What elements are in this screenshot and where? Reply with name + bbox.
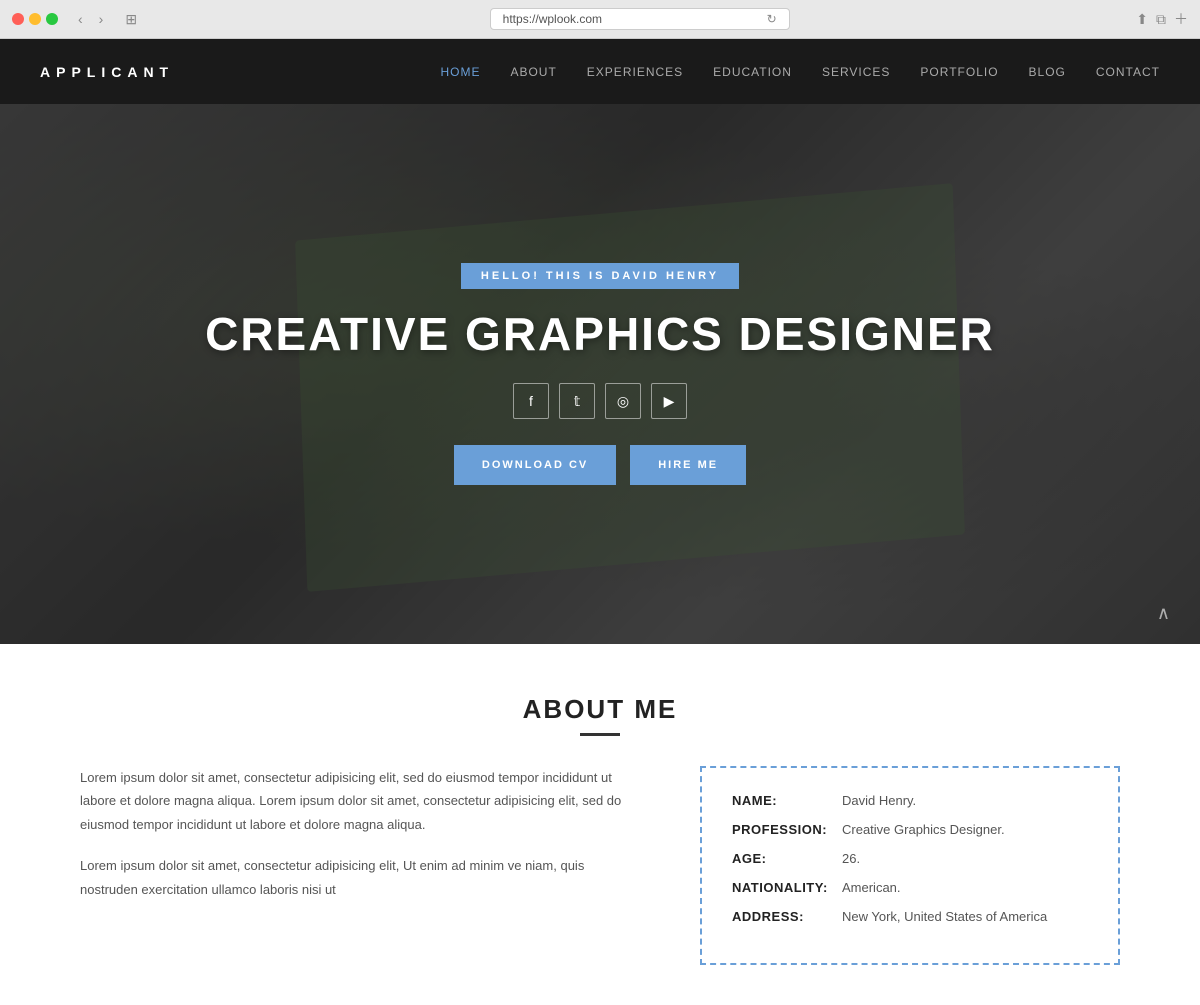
site-logo: APPLICANT (40, 64, 174, 80)
about-content: Lorem ipsum dolor sit amet, consectetur … (80, 766, 1120, 965)
browser-actions: ⬆ ⧉ ＋ (1136, 9, 1188, 29)
hero-section: HELLO! THIS IS DAVID HENRY CREATIVE GRAP… (0, 104, 1200, 644)
back-button[interactable]: ‹ (72, 9, 89, 29)
info-name-row: NAME: David Henry. (732, 793, 1088, 808)
age-value: 26. (842, 851, 860, 866)
about-paragraph-2: Lorem ipsum dolor sit amet, consectetur … (80, 854, 640, 901)
info-address-row: ADDRESS: New York, United States of Amer… (732, 909, 1088, 924)
nationality-label: NATIONALITY: (732, 880, 842, 895)
browser-chrome: ‹ › ⊞ https://wplook.com ↻ ⬆ ⧉ ＋ (0, 0, 1200, 39)
profession-value: Creative Graphics Designer. (842, 822, 1005, 837)
info-profession-row: PROFESSION: Creative Graphics Designer. (732, 822, 1088, 837)
profession-label: PROFESSION: (732, 822, 842, 837)
nav-portfolio[interactable]: PORTFOLIO (920, 65, 998, 79)
address-input[interactable]: https://wplook.com ↻ (490, 8, 790, 30)
age-label: AGE: (732, 851, 842, 866)
dribbble-icon[interactable]: ◎ (605, 383, 641, 419)
close-dot[interactable] (12, 13, 24, 25)
nav-about[interactable]: ABOUT (510, 65, 556, 79)
window-icon[interactable]: ⧉ (1156, 9, 1166, 29)
share-icon[interactable]: ⬆ (1136, 9, 1148, 29)
hero-buttons: DOWNLOAD CV HIRE ME (454, 445, 746, 485)
website: APPLICANT HOME ABOUT EXPERIENCES EDUCATI… (0, 39, 1200, 1005)
add-tab-icon[interactable]: ＋ (1174, 9, 1188, 29)
nav-contact[interactable]: CONTACT (1096, 65, 1160, 79)
social-icons: f 𝕥 ◎ ▶ (513, 383, 687, 419)
nav-home[interactable]: HOME (440, 65, 480, 79)
scroll-up-icon[interactable]: ∧ (1157, 603, 1170, 624)
site-nav: HOME ABOUT EXPERIENCES EDUCATION SERVICE… (440, 65, 1160, 79)
hero-badge: HELLO! THIS IS DAVID HENRY (461, 263, 739, 289)
section-divider (580, 733, 620, 736)
hero-title: CREATIVE GRAPHICS DESIGNER (205, 307, 995, 361)
about-title: ABOUT ME (80, 694, 1120, 725)
nav-education[interactable]: EDUCATION (713, 65, 792, 79)
nav-experiences[interactable]: EXPERIENCES (587, 65, 683, 79)
browser-address-bar: https://wplook.com ↻ (153, 8, 1126, 30)
facebook-icon[interactable]: f (513, 383, 549, 419)
forward-button[interactable]: › (93, 9, 110, 29)
twitter-icon[interactable]: 𝕥 (559, 383, 595, 419)
refresh-icon[interactable]: ↻ (767, 12, 777, 26)
maximize-dot[interactable] (46, 13, 58, 25)
hire-me-button[interactable]: HIRE ME (630, 445, 746, 485)
minimize-dot[interactable] (29, 13, 41, 25)
info-age-row: AGE: 26. (732, 851, 1088, 866)
browser-dots (12, 13, 58, 25)
grid-button[interactable]: ⊞ (119, 9, 143, 30)
name-value: David Henry. (842, 793, 916, 808)
nav-services[interactable]: SERVICES (822, 65, 890, 79)
url-text: https://wplook.com (503, 12, 602, 26)
nationality-value: American. (842, 880, 901, 895)
download-cv-button[interactable]: DOWNLOAD CV (454, 445, 616, 485)
youtube-icon[interactable]: ▶ (651, 383, 687, 419)
about-info-box: NAME: David Henry. PROFESSION: Creative … (700, 766, 1120, 965)
info-nationality-row: NATIONALITY: American. (732, 880, 1088, 895)
site-header: APPLICANT HOME ABOUT EXPERIENCES EDUCATI… (0, 39, 1200, 104)
about-paragraph-1: Lorem ipsum dolor sit amet, consectetur … (80, 766, 640, 836)
about-section: ABOUT ME Lorem ipsum dolor sit amet, con… (0, 644, 1200, 1005)
hero-content: HELLO! THIS IS DAVID HENRY CREATIVE GRAP… (205, 263, 995, 485)
address-label: ADDRESS: (732, 909, 842, 924)
name-label: NAME: (732, 793, 842, 808)
address-value: New York, United States of America (842, 909, 1047, 924)
nav-blog[interactable]: BLOG (1029, 65, 1066, 79)
about-text: Lorem ipsum dolor sit amet, consectetur … (80, 766, 640, 965)
browser-nav: ‹ › (72, 9, 109, 29)
